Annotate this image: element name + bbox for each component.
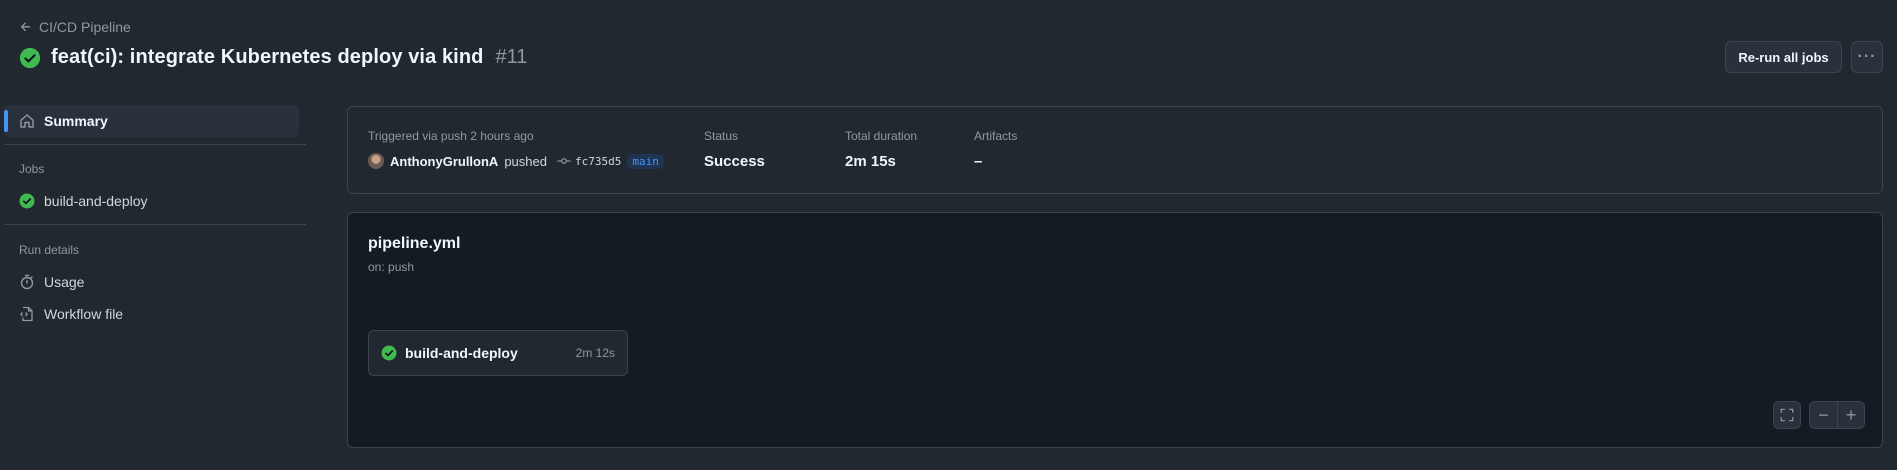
duration-value[interactable]: 2m 15s [845,153,896,170]
run-summary-card: Triggered via push 2 hours ago AnthonyGr… [347,106,1883,194]
sidebar-item-label: Usage [44,274,85,290]
stopwatch-icon [20,274,34,290]
workflow-filename: pipeline.yml [368,235,461,252]
page-title: feat(ci): integrate Kubernetes deploy vi… [51,46,484,68]
sidebar-item-label: Summary [44,113,108,129]
kebab-horizontal-icon: ··· [1857,48,1877,65]
trigger-details: AnthonyGrullonA pushed fc735d5 main [368,153,664,169]
sidebar-item-label: Workflow file [44,306,124,322]
file-code-icon [20,306,33,322]
fullscreen-button[interactable] [1773,401,1801,429]
more-options-button[interactable]: ··· [1851,41,1883,73]
trigger-label: Triggered via push 2 hours ago [368,129,534,143]
workflow-trigger: on: push [368,260,415,274]
run-title-row: feat(ci): integrate Kubernetes deploy vi… [19,46,527,69]
zoom-controls: − + [1809,401,1865,429]
jobs-heading: Jobs [19,162,45,176]
sidebar-item-label: build-and-deploy [44,193,148,209]
commit-sha: fc735d5 [574,154,622,168]
avatar[interactable] [368,153,384,169]
git-commit-icon [557,158,571,164]
sidebar-divider [4,144,306,145]
rerun-all-jobs-button[interactable]: Re-run all jobs [1725,41,1842,73]
duration-label: Total duration [845,129,918,143]
job-name: build-and-deploy [405,345,518,361]
status-value: Success [704,153,765,170]
check-circle-icon [19,47,41,68]
job-duration: 2m 12s [575,346,615,360]
run-number: #11 [495,46,528,68]
branch-badge[interactable]: main [627,153,664,169]
sidebar-item-workflow-file[interactable]: Workflow file [19,306,123,322]
zoom-out-button[interactable]: − [1810,402,1837,428]
action-text: pushed [504,153,547,169]
sidebar-item-usage[interactable]: Usage [19,274,84,290]
sidebar-active-indicator [4,110,8,132]
back-link-label: CI/CD Pipeline [39,19,131,35]
artifacts-label: Artifacts [974,129,1018,143]
status-label: Status [704,129,739,143]
screen-full-icon [1780,408,1794,422]
arrow-left-icon [20,22,31,32]
job-node-build-and-deploy[interactable]: build-and-deploy 2m 12s [368,330,628,376]
actor-link[interactable]: AnthonyGrullonA [390,154,498,169]
back-to-workflow-link[interactable]: CI/CD Pipeline [19,19,131,35]
check-circle-icon [381,345,397,361]
workflow-graph-card: pipeline.yml on: push build-and-deploy 2… [347,212,1883,448]
sidebar-item-summary[interactable]: Summary [19,113,108,129]
run-details-heading: Run details [19,243,80,257]
home-icon [20,114,34,128]
check-circle-icon [19,193,35,209]
page-header: CI/CD Pipeline feat(ci): integrate Kuber… [0,0,1897,90]
artifacts-value: – [974,153,983,170]
zoom-in-button[interactable]: + [1836,402,1864,428]
commit-link[interactable]: fc735d5 [557,154,621,168]
sidebar-item-build-and-deploy[interactable]: build-and-deploy [19,193,148,209]
sidebar-divider [4,224,306,225]
